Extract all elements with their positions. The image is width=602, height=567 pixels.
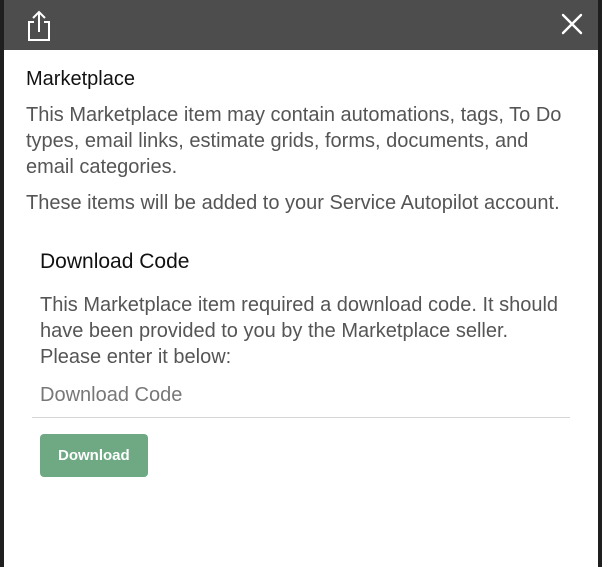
marketplace-account-note: These items will be added to your Servic… [26,192,560,214]
input-divider [32,417,570,418]
dialog-titlebar [4,0,598,50]
marketplace-title: Marketplace [26,68,135,90]
download-code-input[interactable] [40,380,562,415]
download-code-heading: Download Code [40,250,190,273]
marketplace-description: This Marketplace item may contain automa… [26,104,562,178]
marketplace-dialog: Marketplace This Marketplace item may co… [0,0,602,567]
close-icon[interactable] [558,10,586,38]
download-code-section: Download Code This Marketplace item requ… [26,226,576,477]
download-code-description: This Marketplace item required a downloa… [40,294,559,368]
dialog-content: Marketplace This Marketplace item may co… [4,50,598,477]
share-icon[interactable] [24,10,54,42]
download-button[interactable]: Download [40,434,148,477]
